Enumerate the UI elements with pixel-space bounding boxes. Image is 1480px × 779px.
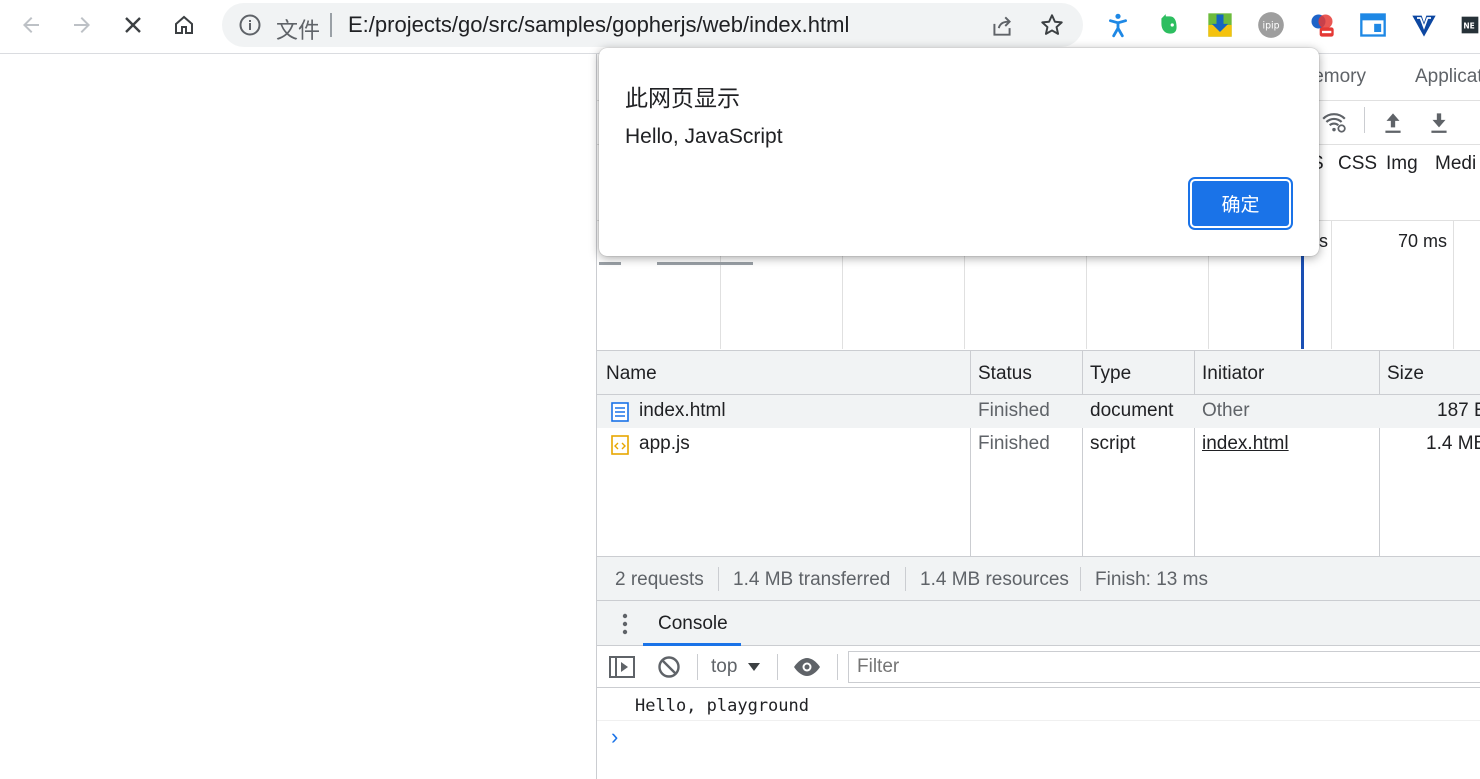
summary-transferred: 1.4 MB transferred xyxy=(733,569,891,590)
stop-loading-icon xyxy=(125,17,141,33)
console-output: Hello, playground › xyxy=(597,688,1480,779)
toolbar-divider xyxy=(837,654,838,680)
page-content xyxy=(0,55,596,779)
console-toolbar: top xyxy=(597,646,1480,688)
download-arrow-icon[interactable] xyxy=(1205,10,1235,40)
dialog-title: 此网页显示 xyxy=(625,85,740,111)
stop-button[interactable] xyxy=(116,8,150,42)
back-arrow-icon xyxy=(23,17,39,33)
address-bar[interactable]: 文件 E:/projects/go/src/samples/gopherjs/w… xyxy=(222,3,1083,47)
timeline-label: s xyxy=(1319,231,1328,251)
summary-divider xyxy=(718,567,719,591)
home-icon xyxy=(175,15,193,34)
toolbar-divider xyxy=(1364,107,1365,133)
download-icon[interactable] xyxy=(1426,109,1452,135)
heart-logo-icon[interactable] xyxy=(1409,10,1439,40)
column-status[interactable]: Status xyxy=(978,363,1032,385)
tab-console[interactable]: Console xyxy=(658,613,728,635)
security-label[interactable]: 文件 xyxy=(276,13,320,45)
show-sidebar-icon[interactable] xyxy=(609,656,635,678)
drawer-tabbar: Console xyxy=(597,601,1480,646)
summary-divider xyxy=(905,567,906,591)
request-size: 187 E xyxy=(1437,400,1480,421)
toolbar-divider xyxy=(697,654,698,680)
document-icon xyxy=(611,402,629,422)
extension-badge-icon[interactable] xyxy=(1307,10,1337,40)
request-status: Finished xyxy=(978,433,1050,454)
upload-icon[interactable] xyxy=(1380,109,1406,135)
filter-img[interactable]: Img xyxy=(1386,153,1418,175)
ipip-icon[interactable]: ipip xyxy=(1256,10,1286,40)
summary-finish: Finish: 13 ms xyxy=(1095,569,1208,590)
accessibility-icon[interactable] xyxy=(1103,10,1133,40)
more-options-icon[interactable] xyxy=(615,613,635,635)
initiator-link[interactable]: index.html xyxy=(1202,433,1289,455)
back-button[interactable] xyxy=(14,8,48,42)
toolbar-divider xyxy=(777,654,778,680)
request-type: script xyxy=(1090,433,1136,454)
script-icon xyxy=(611,435,629,455)
column-initiator[interactable]: Initiator xyxy=(1202,363,1264,385)
column-name[interactable]: Name xyxy=(606,363,657,385)
ok-button[interactable]: 确定 xyxy=(1188,177,1293,230)
summary-requests: 2 requests xyxy=(615,569,704,590)
request-status: Finished xyxy=(978,400,1050,421)
home-button[interactable] xyxy=(167,8,201,42)
news-label: NE xyxy=(1463,21,1474,30)
browser-toolbar: 文件 E:/projects/go/src/samples/gopherjs/w… xyxy=(0,0,1480,54)
dialog-message: Hello, JavaScript xyxy=(625,125,783,148)
table-row[interactable]: index.html Finished document Other 187 E xyxy=(597,395,1480,428)
timeline-gridline xyxy=(1331,221,1332,349)
column-size[interactable]: Size xyxy=(1387,363,1424,385)
network-conditions-icon[interactable] xyxy=(1319,109,1349,135)
console-prompt-icon[interactable]: › xyxy=(611,724,618,750)
filter-media[interactable]: Medi xyxy=(1435,153,1476,175)
console-filter-input[interactable] xyxy=(848,651,1480,683)
context-selector-label: top xyxy=(711,656,738,677)
ipip-label: ipip xyxy=(1262,21,1279,32)
forward-arrow-icon xyxy=(74,17,90,33)
request-name[interactable]: index.html xyxy=(639,400,726,422)
info-icon[interactable] xyxy=(238,13,262,37)
share-icon[interactable] xyxy=(989,13,1015,39)
timeline-gridline xyxy=(1453,221,1454,349)
timeline-bar xyxy=(657,262,753,265)
network-table-header: Name Status Type Initiator Size xyxy=(597,350,1480,395)
console-message-text: Hello, playground xyxy=(635,696,809,716)
network-summary-bar: 2 requests 1.4 MB transferred 1.4 MB res… xyxy=(597,556,1480,601)
summary-divider xyxy=(1080,567,1081,591)
evernote-icon[interactable] xyxy=(1154,10,1184,40)
table-row[interactable]: app.js Finished script index.html 1.4 MB xyxy=(597,428,1480,461)
request-size: 1.4 MB xyxy=(1426,433,1480,454)
url-text[interactable]: E:/projects/go/src/samples/gopherjs/web/… xyxy=(348,12,849,38)
tab-application[interactable]: Applicat xyxy=(1415,66,1480,88)
console-message: Hello, playground xyxy=(597,688,1480,721)
omnibox-divider xyxy=(330,13,332,37)
request-type: document xyxy=(1090,400,1174,421)
summary-resources: 1.4 MB resources xyxy=(920,569,1069,590)
eye-icon[interactable] xyxy=(793,656,821,678)
alert-dialog: 此网页显示 Hello, JavaScript 确定 xyxy=(599,48,1319,256)
filter-css[interactable]: CSS xyxy=(1338,153,1377,175)
column-type[interactable]: Type xyxy=(1090,363,1131,385)
chevron-down-icon xyxy=(748,663,761,671)
forward-button[interactable] xyxy=(65,8,99,42)
window-icon[interactable] xyxy=(1358,10,1388,40)
clear-console-icon[interactable] xyxy=(657,655,681,679)
star-icon[interactable] xyxy=(1039,12,1065,38)
timeline-bar xyxy=(599,262,621,265)
timeline-label: 70 ms xyxy=(1398,231,1448,251)
news-icon[interactable]: NE xyxy=(1460,10,1480,40)
request-initiator: Other xyxy=(1202,400,1250,421)
request-name[interactable]: app.js xyxy=(639,433,690,455)
context-selector[interactable]: top xyxy=(711,654,761,680)
